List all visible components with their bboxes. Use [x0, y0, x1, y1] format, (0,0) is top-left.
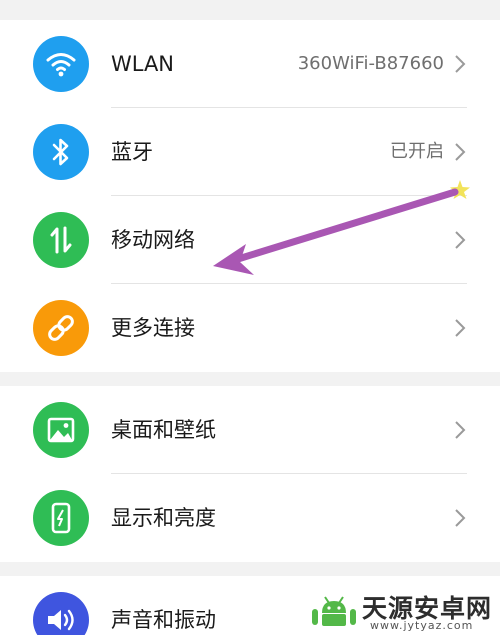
- bluetooth-icon: [33, 124, 89, 180]
- android-robot-icon: [312, 596, 356, 626]
- wlan-label: WLAN: [111, 52, 175, 76]
- chevron-right-icon: [455, 231, 466, 249]
- settings-row-mobile-network[interactable]: 移动网络: [0, 196, 500, 284]
- settings-row-more-connections[interactable]: 更多连接: [0, 284, 500, 372]
- wallpaper-label: 桌面和壁纸: [111, 418, 216, 442]
- chevron-right-icon: [455, 509, 466, 527]
- settings-row-bluetooth[interactable]: 蓝牙 已开启: [0, 108, 500, 196]
- phone-brightness-icon: [33, 490, 89, 546]
- link-icon: [33, 300, 89, 356]
- chevron-right-icon: [455, 421, 466, 439]
- settings-group-display: 桌面和壁纸 显示和亮度: [0, 386, 500, 562]
- mobile-data-icon: [33, 212, 89, 268]
- sound-label: 声音和振动: [111, 608, 216, 632]
- watermark: 天源安卓网 www.jytyaz.com: [306, 585, 500, 635]
- bluetooth-label: 蓝牙: [111, 140, 153, 164]
- mobile-network-label: 移动网络: [111, 228, 195, 252]
- image-icon: [33, 402, 89, 458]
- wifi-icon: [33, 36, 89, 92]
- speaker-icon: [33, 592, 89, 635]
- display-label: 显示和亮度: [111, 506, 216, 530]
- settings-row-wlan[interactable]: WLAN 360WiFi-B87660: [0, 20, 500, 108]
- chevron-right-icon: [455, 319, 466, 337]
- wlan-network-name: 360WiFi-B87660: [297, 53, 444, 74]
- settings-row-display[interactable]: 显示和亮度: [0, 474, 500, 562]
- bluetooth-status: 已开启: [390, 141, 444, 162]
- settings-group-connectivity: WLAN 360WiFi-B87660 蓝牙 已开启 移动网络 更多连接: [0, 20, 500, 372]
- more-connections-label: 更多连接: [111, 316, 195, 340]
- settings-row-wallpaper[interactable]: 桌面和壁纸: [0, 386, 500, 474]
- watermark-url: www.jytyaz.com: [370, 619, 474, 632]
- chevron-right-icon: [455, 143, 466, 161]
- chevron-right-icon: [455, 55, 466, 73]
